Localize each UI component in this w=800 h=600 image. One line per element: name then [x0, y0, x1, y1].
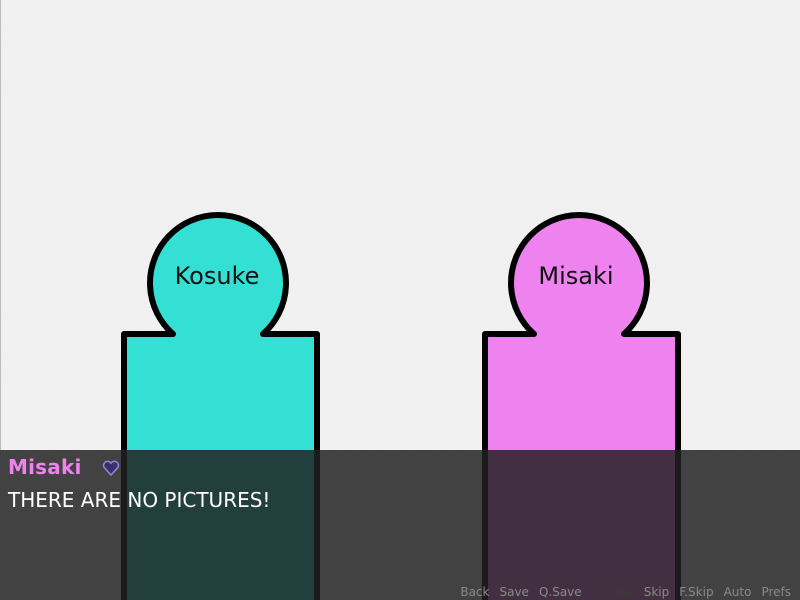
game-stage[interactable]: Kosuke Misaki Misaki THERE ARE NO PICTUR… [0, 0, 800, 600]
quick-menu-fast-skip-button[interactable]: F.Skip [674, 585, 718, 599]
quick-menu-skip-button[interactable]: Skip [639, 585, 675, 599]
speaker-name: Misaki [8, 455, 82, 479]
heart-icon [102, 460, 120, 476]
quick-menu-preferences-button[interactable]: Prefs [756, 585, 796, 599]
quick-menu-back-button[interactable]: Back [455, 585, 494, 599]
quick-menu-quick-save-button[interactable]: Q.Save [534, 585, 587, 599]
character-name-misaki: Misaki [538, 262, 614, 290]
quick-menu-auto-button[interactable]: Auto [719, 585, 757, 599]
quick-menu: Back Save Q.Save Q.Load Skip F.Skip Auto… [455, 585, 796, 599]
dialogue-text: THERE ARE NO PICTURES! [8, 488, 271, 512]
quick-menu-save-button[interactable]: Save [494, 585, 533, 599]
quick-menu-quick-load-button[interactable]: Q.Load [587, 585, 639, 599]
